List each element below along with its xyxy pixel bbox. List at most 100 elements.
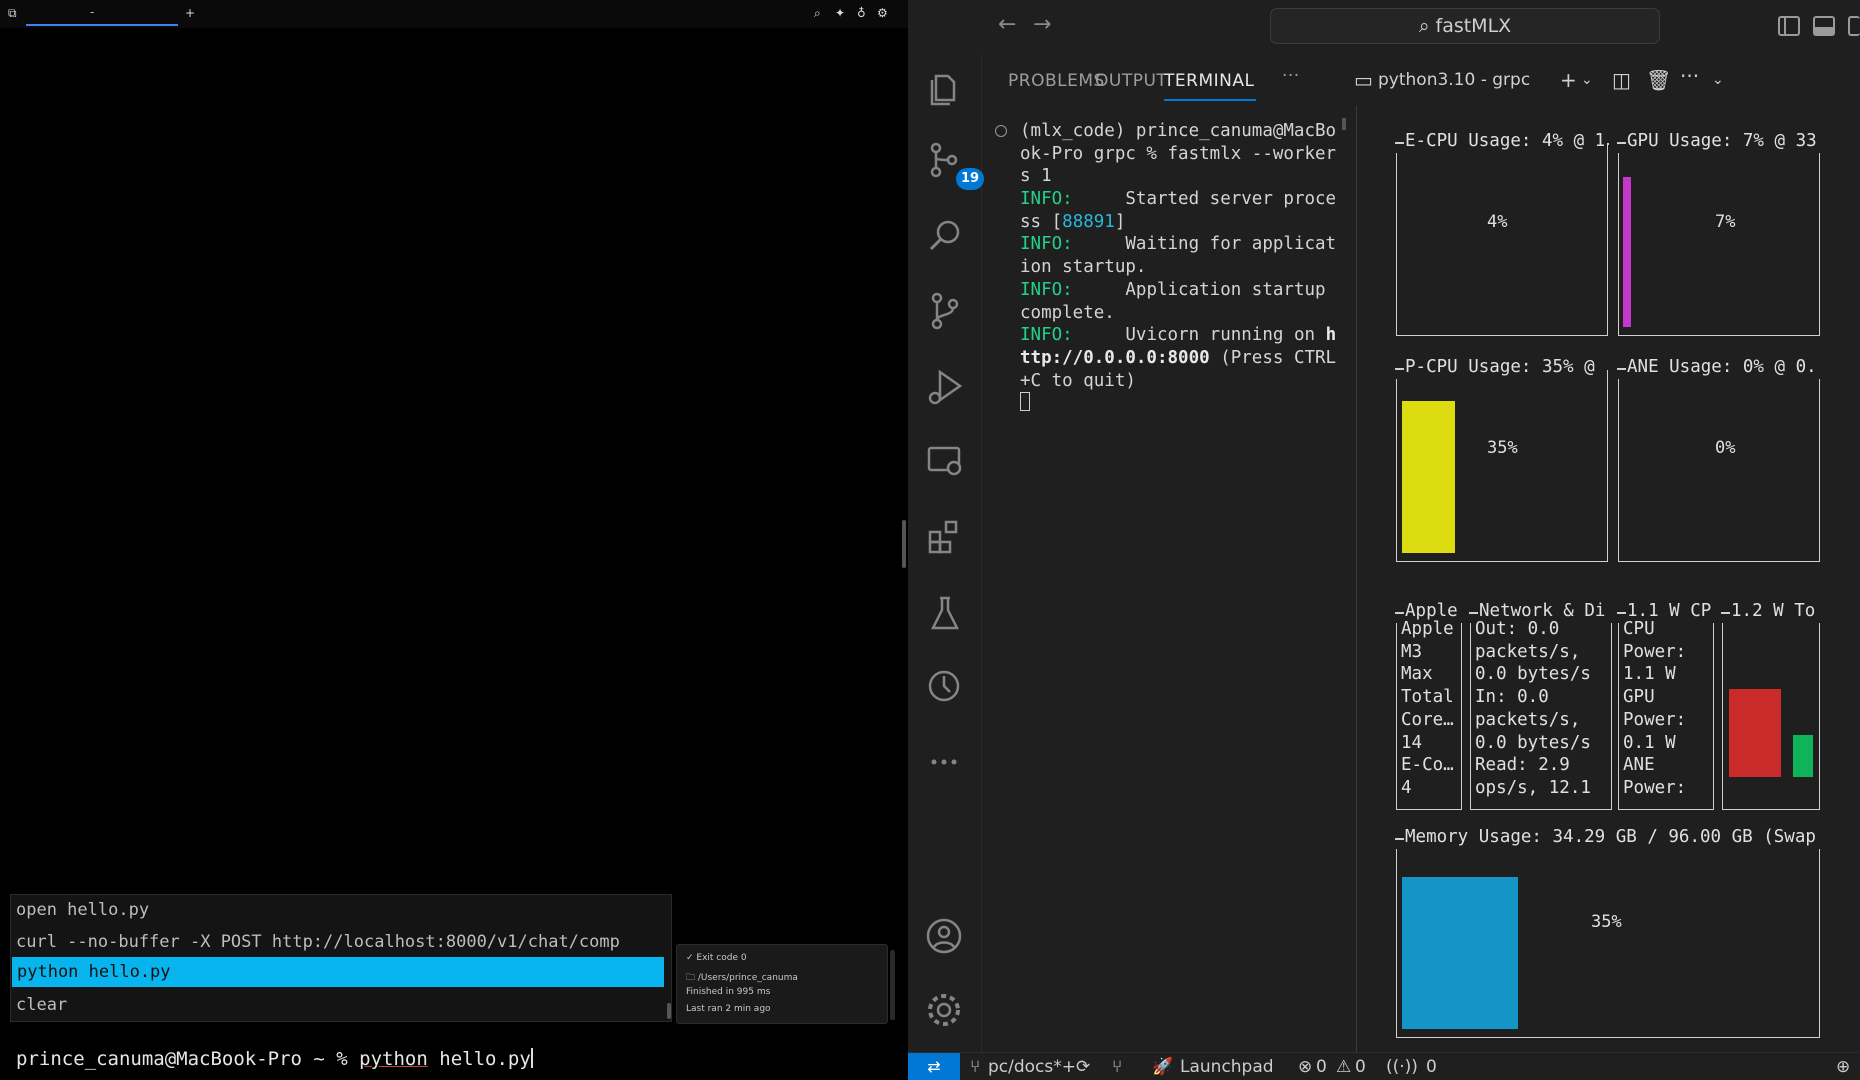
prompt-text: prince_canuma@MacBook-Pro ~ % xyxy=(16,1048,360,1070)
error-icon[interactable]: ⊗ xyxy=(1298,1057,1312,1077)
total-power-title: 1.2 W To xyxy=(1721,601,1821,623)
activity-bar: 19 xyxy=(908,54,984,1052)
warning-count[interactable]: 0 xyxy=(1355,1057,1366,1077)
split-resize-handle[interactable] xyxy=(902,520,906,568)
log-text: Application startup xyxy=(1072,279,1326,300)
terminal-line: INFO: Started server proce xyxy=(1020,188,1338,211)
tabs-panel-icon[interactable]: ⧉ xyxy=(8,6,17,21)
chevron-down-icon[interactable]: ⌄ xyxy=(1712,72,1724,88)
more-views-icon[interactable] xyxy=(922,740,968,786)
branch-icon: ⑂ xyxy=(970,1057,981,1077)
source-control-graph-icon[interactable]: 19 xyxy=(922,138,984,190)
toggle-secondary-sidebar-icon[interactable] xyxy=(1848,16,1860,36)
ane-usage-box: ANE Usage: 0% @ 0. 0% xyxy=(1617,357,1821,562)
history-scrollbar[interactable] xyxy=(667,1003,671,1019)
sync-icon[interactable]: ⟳ xyxy=(1076,1057,1090,1077)
account-icon[interactable] xyxy=(922,914,968,960)
search-icon: ⌕ xyxy=(1418,15,1436,37)
gpu-bar xyxy=(1623,177,1631,327)
active-tab-indicator xyxy=(1164,99,1256,101)
tab-output[interactable]: OUTPUT xyxy=(1095,71,1167,91)
search-icon[interactable] xyxy=(922,214,968,260)
left-tab-title[interactable]: - xyxy=(90,5,94,19)
graph-icon[interactable]: ⑂ xyxy=(1112,1057,1122,1077)
ports-count[interactable]: 0 xyxy=(1426,1057,1437,1077)
lightbulb-icon[interactable]: ♁ xyxy=(857,6,866,20)
back-arrow-icon[interactable]: ← xyxy=(998,12,1016,37)
new-tab-button[interactable]: + xyxy=(185,6,195,20)
gpu-power-bar xyxy=(1793,735,1813,777)
toggle-panel-icon[interactable] xyxy=(1813,16,1835,36)
terminal-line: +C to quit) xyxy=(1020,370,1136,391)
ecpu-percent: 4% xyxy=(1487,212,1508,232)
warning-icon[interactable]: ⚠ xyxy=(1336,1057,1351,1077)
info-label: INFO: xyxy=(1020,279,1073,300)
launchpad-button[interactable]: Launchpad xyxy=(1180,1057,1274,1077)
source-control-icon[interactable] xyxy=(922,288,968,334)
command-argument: hello.py xyxy=(427,1048,531,1070)
duration-text: Finished in 995 ms xyxy=(686,987,771,997)
tab-terminal[interactable]: TERMINAL xyxy=(1164,71,1254,91)
url-text[interactable]: ttp://0.0.0.0:8000 xyxy=(1020,348,1210,368)
info-label: INFO: xyxy=(1020,189,1073,210)
workspace-name: fastMLX xyxy=(1435,15,1512,37)
more-actions-icon[interactable]: ··· xyxy=(1680,64,1699,88)
tab-problems[interactable]: PROBLEMS xyxy=(1008,71,1105,91)
pcpu-usage-box: P-CPU Usage: 35% @ 35% xyxy=(1395,357,1608,562)
manage-gear-icon[interactable] xyxy=(922,988,968,1034)
history-item[interactable]: clear xyxy=(11,990,663,1020)
forward-arrow-icon[interactable]: → xyxy=(1033,12,1051,37)
terminal-scrollbar[interactable] xyxy=(1342,118,1346,130)
notifications-icon[interactable]: ⊕ xyxy=(1836,1057,1850,1077)
extensions-icon[interactable] xyxy=(922,514,968,560)
terminal-instance-name[interactable]: python3.10 - grpc xyxy=(1378,70,1530,90)
command-input[interactable]: prince_canuma@MacBook-Pro ~ % python hel… xyxy=(16,1048,533,1070)
error-count[interactable]: 0 xyxy=(1316,1057,1327,1077)
split-terminal-icon[interactable]: ◫ xyxy=(1612,68,1631,92)
ai-sparkle-icon[interactable]: ✦ xyxy=(835,6,845,20)
terminal-line: ss [88891] xyxy=(1020,211,1338,234)
pcpu-title: P-CPU Usage: 35% @ xyxy=(1395,357,1607,379)
terminal-line: ok-Pro grpc % fastmlx --worker xyxy=(1020,143,1337,164)
history-item[interactable]: open hello.py xyxy=(11,895,663,925)
ecpu-title: E-CPU Usage: 4% @ 1 xyxy=(1395,131,1607,153)
more-tabs-button[interactable]: ··· xyxy=(1282,66,1300,86)
history-item[interactable]: curl --no-buffer -X POST http://localhos… xyxy=(11,927,663,957)
terminal-line: INFO: Uvicorn running on h xyxy=(1020,324,1338,347)
run-debug-icon[interactable] xyxy=(922,364,968,410)
gpu-usage-box: GPU Usage: 7% @ 33 7% xyxy=(1617,131,1821,336)
terminal-cursor xyxy=(1020,392,1030,412)
ports-icon[interactable]: ((·)) xyxy=(1386,1057,1418,1077)
toggle-sidebar-icon[interactable] xyxy=(1778,16,1800,36)
apple-info-box: Apple Apple M3 Max Total Core… 14 E-Co… … xyxy=(1395,601,1463,810)
memory-bar xyxy=(1402,877,1518,1029)
command-center-search[interactable]: ⌕ fastMLX xyxy=(1270,8,1660,44)
command-history-menu: open hello.py curl --no-buffer -X POST h… xyxy=(10,894,672,1022)
remote-explorer-icon[interactable] xyxy=(922,438,968,484)
trash-icon[interactable]: 🗑 xyxy=(1646,68,1671,92)
new-terminal-plus-icon[interactable]: + xyxy=(1560,68,1577,92)
timeline-history-icon[interactable] xyxy=(922,664,968,710)
terminal-line: INFO: Waiting for applicat xyxy=(1020,233,1338,256)
search-icon[interactable]: ⌕ xyxy=(814,6,821,21)
left-scrollbar[interactable] xyxy=(890,950,895,1020)
terminal-line: (mlx_code) prince_canuma@MacBo xyxy=(1020,121,1337,141)
left-tab-bar: ⧉ - + ⌕ ✦ ♁ ⚙ xyxy=(0,0,908,28)
terminal-output[interactable]: (mlx_code) prince_canuma@MacBo ok-Pro gr… xyxy=(1020,120,1338,415)
testing-flask-icon[interactable] xyxy=(922,590,968,636)
title-bar: ← → ⌕ fastMLX xyxy=(908,0,1860,54)
status-bar: ⇄ ⑂ pc/docs*+ ⟳ ⑂ 🚀 Launchpad ⊗ 0 ⚠ 0 ((… xyxy=(908,1052,1860,1080)
apple-info-text: Apple M3 Max Total Core… 14 E-Co… 4 xyxy=(1401,619,1454,798)
gpu-percent: 7% xyxy=(1715,212,1736,232)
log-text: Waiting for applicat xyxy=(1072,234,1337,255)
network-disk-box: Network & Di Out: 0.0 packets/s, 0.0 byt… xyxy=(1469,601,1613,810)
branch-name[interactable]: pc/docs*+ xyxy=(988,1057,1076,1077)
remote-indicator-icon[interactable]: ⇄ xyxy=(908,1053,960,1080)
chevron-down-icon[interactable]: ⌄ xyxy=(1581,72,1593,88)
terminal-split-divider[interactable] xyxy=(1356,106,1357,1052)
settings-gear-icon[interactable]: ⚙ xyxy=(877,6,888,20)
explorer-icon[interactable] xyxy=(922,64,968,110)
history-item-selected[interactable]: python hello.py xyxy=(12,957,664,987)
panel-tab-bar: PROBLEMS OUTPUT TERMINAL ··· ▭ python3.1… xyxy=(982,54,1860,106)
total-power-box: 1.2 W To xyxy=(1721,601,1821,810)
